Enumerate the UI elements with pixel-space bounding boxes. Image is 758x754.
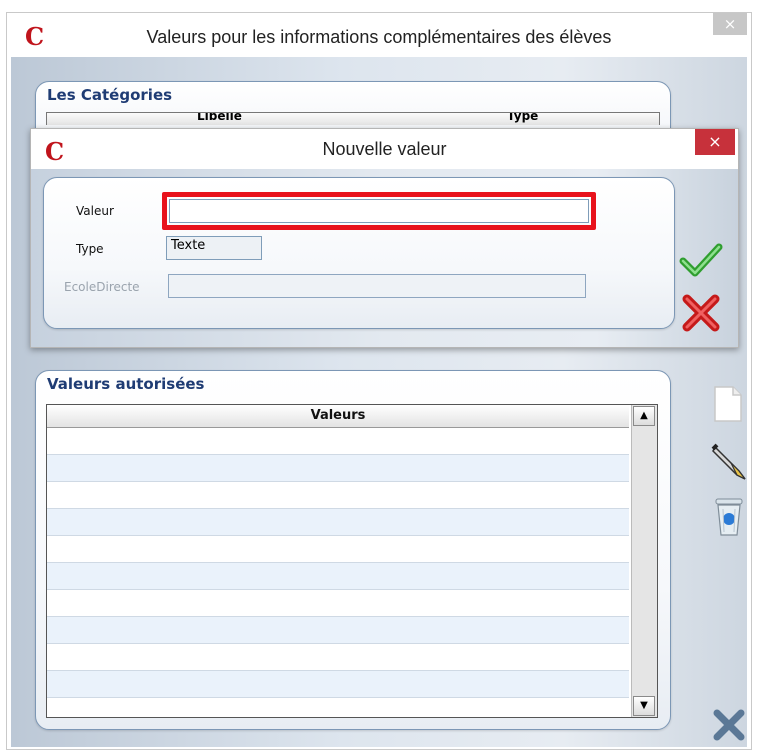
table-row[interactable] xyxy=(47,428,629,455)
new-document-icon[interactable] xyxy=(711,385,745,423)
dialog-fields-group: Valeur Type Texte EcoleDirecte xyxy=(43,177,675,329)
values-group: Valeurs autorisées Valeurs ▲ ▼ xyxy=(35,370,671,730)
table-row[interactable] xyxy=(47,671,629,698)
type-field[interactable]: Texte xyxy=(166,236,262,260)
edit-pen-icon[interactable] xyxy=(709,441,749,481)
values-scrollbar[interactable]: ▲ ▼ xyxy=(631,405,657,717)
scroll-up-button[interactable]: ▲ xyxy=(633,406,655,426)
dialog-body: Valeur Type Texte EcoleDirecte xyxy=(31,169,738,347)
table-row[interactable] xyxy=(47,644,629,671)
values-group-title: Valeurs autorisées xyxy=(47,375,205,393)
close-x-icon[interactable] xyxy=(711,707,747,743)
main-window-title: Valeurs pour les informations complément… xyxy=(146,27,612,47)
table-row[interactable] xyxy=(47,563,629,590)
valeur-label: Valeur xyxy=(76,204,114,218)
type-label: Type xyxy=(76,242,104,256)
ecoledirecte-label: EcoleDirecte xyxy=(64,280,140,294)
green-check-icon[interactable] xyxy=(679,243,723,279)
recycle-bin-icon[interactable] xyxy=(713,495,745,537)
table-row[interactable] xyxy=(47,455,629,482)
main-titlebar: C Valeurs pour les informations compléme… xyxy=(7,13,751,57)
categories-grid-header: Libellé Type xyxy=(46,112,660,125)
table-row[interactable] xyxy=(47,590,629,617)
table-row[interactable] xyxy=(47,617,629,644)
main-close-button[interactable]: × xyxy=(713,13,747,35)
scroll-down-button[interactable]: ▼ xyxy=(633,696,655,716)
table-row[interactable] xyxy=(47,509,629,536)
dialog-close-button[interactable]: × xyxy=(695,129,735,155)
values-grid[interactable]: Valeurs ▲ ▼ xyxy=(46,404,658,718)
dialog-title: Nouvelle valeur xyxy=(322,139,447,159)
new-value-dialog: C Nouvelle valeur × Valeur Type Texte Ec… xyxy=(30,128,739,348)
categories-group-title: Les Catégories xyxy=(47,86,173,104)
table-row[interactable] xyxy=(47,536,629,563)
categories-column-type: Type xyxy=(507,112,539,123)
valeur-input[interactable] xyxy=(169,199,589,223)
values-column-header[interactable]: Valeurs xyxy=(47,405,629,428)
ecoledirecte-input[interactable] xyxy=(168,274,586,298)
red-cross-icon[interactable] xyxy=(681,293,721,333)
main-window: C Valeurs pour les informations compléme… xyxy=(6,12,752,750)
categories-column-label: Libellé xyxy=(197,112,242,123)
table-row[interactable] xyxy=(47,482,629,509)
